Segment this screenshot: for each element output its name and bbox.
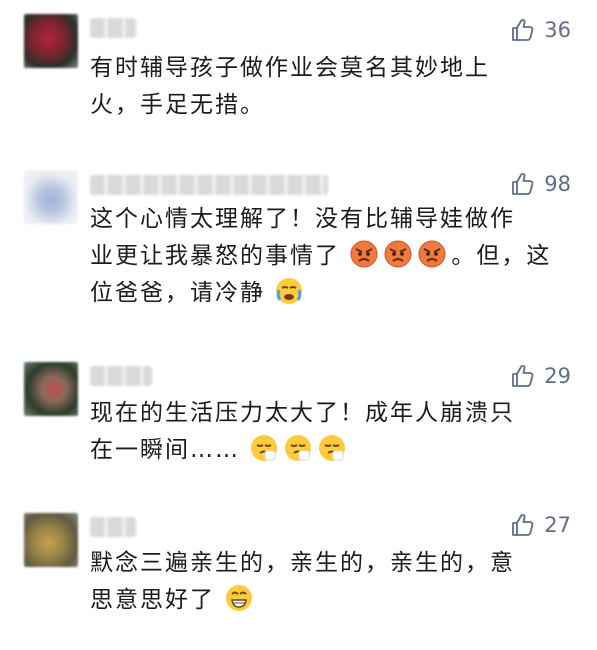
like-button[interactable]: 29 — [510, 361, 571, 391]
like-count: 27 — [544, 513, 571, 537]
comment-line: 默念三遍亲生的，亲生的，亲生的，意 — [90, 550, 515, 576]
like-count: 29 — [544, 364, 571, 388]
avatar[interactable] — [24, 513, 78, 567]
comment-line: 现在的生活压力太大了！成年人崩溃只 — [90, 400, 515, 426]
thumbs-up-icon — [510, 17, 536, 43]
like-button[interactable]: 98 — [510, 169, 571, 199]
comment-line-with-emoji: 思意思好了 — [90, 582, 580, 619]
angry-face-icon — [417, 239, 447, 269]
comment-line-with-emoji: 业更让我暴怒的事情了 。但，这 — [90, 238, 580, 275]
sneezing-face-icon — [283, 433, 313, 463]
comment-line-text: 位爸爸，请冷静 — [90, 280, 265, 306]
angry-face-icon — [349, 239, 379, 269]
crying-face-icon — [274, 276, 304, 306]
comment-line-text: 在一瞬间…… — [90, 437, 240, 463]
nickname-blurred[interactable] — [90, 18, 136, 38]
avatar[interactable] — [24, 170, 78, 224]
comment-line: 有时辅导孩子做作业会莫名其妙地上 — [90, 55, 490, 81]
avatar[interactable] — [24, 362, 78, 416]
like-button[interactable]: 36 — [510, 15, 571, 45]
avatar[interactable] — [24, 14, 78, 68]
comment-line: 这个心情太理解了！没有比辅导娃做作 — [90, 206, 515, 232]
comment-line-text: 。但，这 — [451, 243, 552, 269]
like-count: 36 — [544, 18, 571, 42]
thumbs-up-icon — [510, 512, 536, 538]
thumbs-up-icon — [510, 363, 536, 389]
nickname-blurred[interactable] — [90, 366, 152, 386]
comment-line-with-emoji: 位爸爸，请冷静 — [90, 275, 580, 312]
comment-line-text: 思意思好了 — [90, 587, 215, 613]
like-button[interactable]: 27 — [510, 510, 571, 540]
nickname-blurred[interactable] — [90, 517, 136, 537]
comment-text: 有时辅导孩子做作业会莫名其妙地上 火，手足无措。 — [90, 50, 580, 124]
sneezing-face-icon — [249, 433, 279, 463]
comment-line-with-emoji: 在一瞬间…… — [90, 432, 580, 469]
sneezing-face-icon — [317, 433, 347, 463]
like-count: 98 — [544, 172, 571, 196]
comment-text: 默念三遍亲生的，亲生的，亲生的，意 思意思好了 — [90, 545, 580, 619]
comment-line-text: 业更让我暴怒的事情了 — [90, 243, 340, 269]
grinning-face-icon — [224, 583, 254, 613]
comment-text: 这个心情太理解了！没有比辅导娃做作 业更让我暴怒的事情了 。但，这 位爸爸，请冷… — [90, 201, 580, 312]
comment-line: 火，手足无措。 — [90, 92, 265, 118]
comment-text: 现在的生活压力太大了！成年人崩溃只 在一瞬间…… — [90, 395, 580, 469]
nickname-blurred[interactable] — [90, 175, 328, 195]
thumbs-up-icon — [510, 171, 536, 197]
angry-face-icon — [383, 239, 413, 269]
